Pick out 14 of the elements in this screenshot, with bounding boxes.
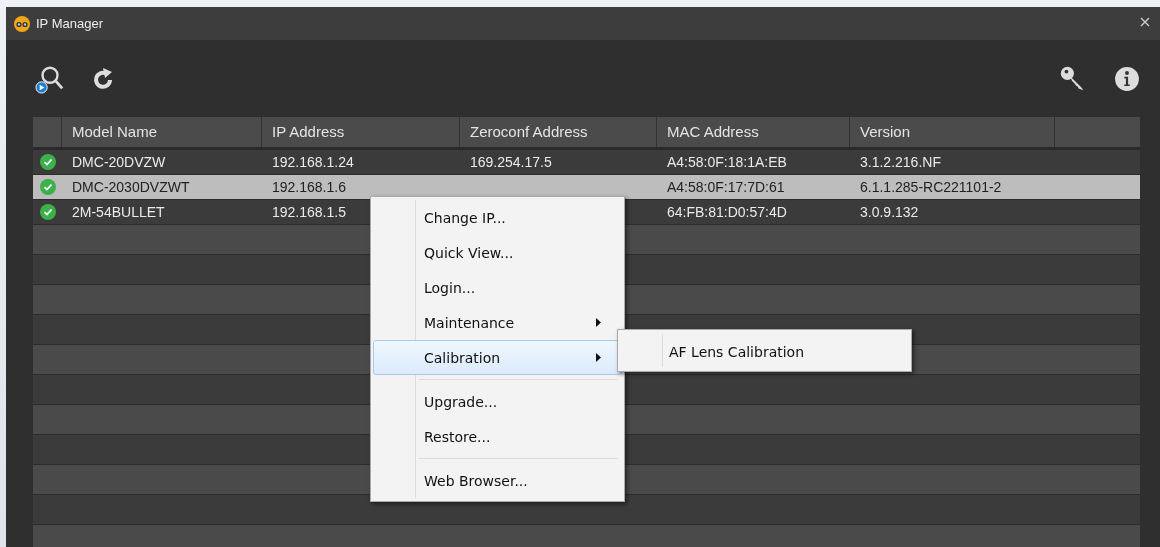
- table-cell: 192.168.1.5: [272, 204, 346, 220]
- table-cell: A4:58:0F:18:1A:EB: [667, 154, 787, 170]
- table-cell: 64:FB:81:D0:57:4D: [667, 204, 787, 220]
- table-cell: DMC-20DVZW: [72, 154, 166, 170]
- table-cell: DMC-2030DVZWT: [72, 179, 190, 195]
- table-cell: 3.1.2.216.NF: [860, 154, 941, 170]
- window-title: IP Manager: [36, 16, 103, 31]
- table-cell: 192.168.1.24: [272, 154, 354, 170]
- table-cell: 169.254.17.5: [470, 154, 552, 170]
- table-cell: 192.168.1.6: [272, 179, 346, 195]
- table-cell: 6.1.1.285-RC221101-2: [860, 179, 1002, 195]
- table-cell: 2M-54BULLET: [72, 204, 165, 220]
- table-cell: 3.0.9.132: [860, 204, 919, 220]
- table-cell: A4:58:0F:17:7D:61: [667, 179, 785, 195]
